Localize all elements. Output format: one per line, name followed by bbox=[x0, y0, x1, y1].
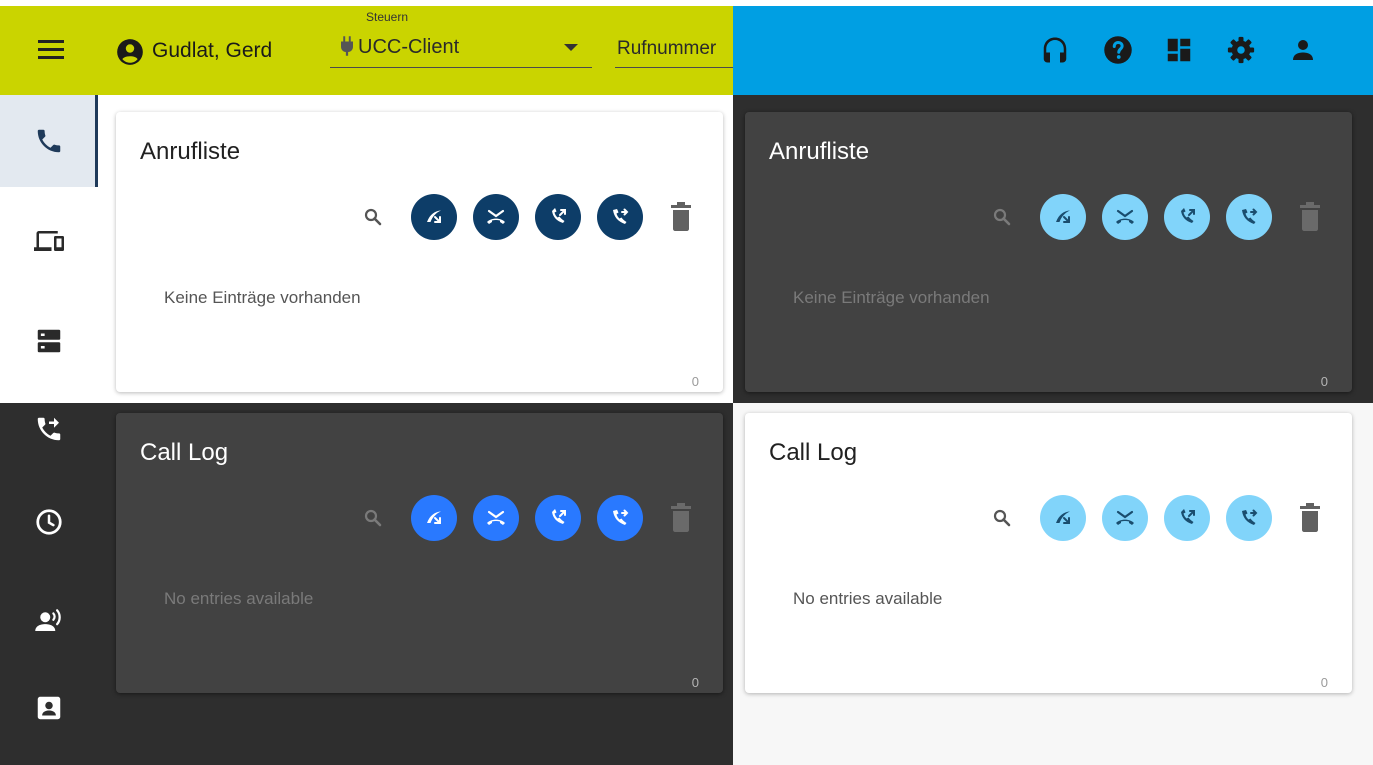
incoming-call-icon bbox=[1056, 511, 1070, 524]
card-title: Anrufliste bbox=[140, 138, 241, 165]
card-title: Anrufliste bbox=[769, 138, 870, 165]
filter-incoming-button[interactable] bbox=[1040, 194, 1086, 240]
entry-count: 0 bbox=[691, 675, 699, 690]
entry-count: 0 bbox=[1320, 675, 1328, 690]
filter-incoming-button[interactable] bbox=[411, 495, 457, 541]
menu-icon[interactable] bbox=[38, 40, 64, 60]
filter-outgoing-button[interactable] bbox=[1164, 194, 1210, 240]
filter-incoming-button[interactable] bbox=[1040, 495, 1086, 541]
dashboard-icon[interactable] bbox=[1164, 35, 1194, 65]
outgoing-call-icon bbox=[552, 509, 566, 524]
outgoing-call-icon bbox=[1181, 208, 1195, 223]
card-toolbar bbox=[990, 194, 1322, 240]
filter-forwarded-button[interactable] bbox=[1226, 194, 1272, 240]
empty-message: Keine Einträge vorhanden bbox=[164, 288, 361, 307]
contact-card-icon[interactable] bbox=[34, 693, 64, 723]
forwarded-call-icon bbox=[613, 509, 629, 525]
card-toolbar bbox=[361, 495, 693, 541]
call-log-card: Call Log No entries available 0 bbox=[745, 413, 1352, 693]
account-icon[interactable] bbox=[1288, 35, 1318, 65]
filter-forwarded-button[interactable] bbox=[597, 194, 643, 240]
filter-missed-button[interactable] bbox=[473, 495, 519, 541]
search-icon[interactable] bbox=[361, 205, 385, 229]
trash-icon[interactable] bbox=[1298, 503, 1322, 533]
outgoing-call-icon bbox=[552, 208, 566, 223]
headset-icon[interactable] bbox=[1040, 35, 1070, 65]
search-icon[interactable] bbox=[990, 205, 1014, 229]
call-log-card: Anrufliste Keine Einträge vorhanden 0 bbox=[116, 112, 723, 392]
filter-missed-button[interactable] bbox=[1102, 194, 1148, 240]
filter-forwarded-button[interactable] bbox=[597, 495, 643, 541]
missed-call-icon bbox=[1116, 209, 1134, 224]
empty-message: Keine Einträge vorhanden bbox=[793, 288, 990, 307]
server-icon[interactable] bbox=[34, 326, 64, 356]
phone-icon[interactable] bbox=[34, 126, 64, 156]
incoming-call-icon bbox=[427, 511, 441, 524]
filter-outgoing-button[interactable] bbox=[535, 495, 581, 541]
devices-icon[interactable] bbox=[34, 226, 64, 256]
missed-call-icon bbox=[487, 209, 505, 224]
voice-person-icon[interactable] bbox=[34, 606, 64, 636]
incoming-call-icon bbox=[1056, 210, 1070, 223]
filter-forwarded-button[interactable] bbox=[1226, 495, 1272, 541]
call-forward-icon[interactable] bbox=[34, 414, 64, 444]
entry-count: 0 bbox=[691, 374, 699, 389]
filter-incoming-button[interactable] bbox=[411, 194, 457, 240]
call-log-card: Anrufliste Keine Einträge vorhanden 0 bbox=[745, 112, 1352, 392]
outgoing-call-icon bbox=[1181, 509, 1195, 524]
chevron-down-icon[interactable] bbox=[564, 44, 578, 51]
card-toolbar bbox=[990, 495, 1322, 541]
trash-icon[interactable] bbox=[1298, 202, 1322, 232]
clock-icon[interactable] bbox=[34, 507, 64, 537]
filter-outgoing-button[interactable] bbox=[535, 194, 581, 240]
filter-missed-button[interactable] bbox=[1102, 495, 1148, 541]
plug-icon bbox=[341, 36, 353, 56]
forwarded-call-icon bbox=[1242, 509, 1258, 525]
help-icon[interactable] bbox=[1103, 35, 1133, 65]
forwarded-call-icon bbox=[613, 208, 629, 224]
forwarded-call-icon bbox=[1242, 208, 1258, 224]
incoming-call-icon bbox=[427, 210, 441, 223]
active-indicator bbox=[95, 95, 98, 187]
card-title: Call Log bbox=[140, 439, 229, 466]
search-icon[interactable] bbox=[990, 506, 1014, 530]
filter-outgoing-button[interactable] bbox=[1164, 495, 1210, 541]
user-circle-icon bbox=[117, 39, 143, 65]
phone-number-input[interactable] bbox=[615, 30, 733, 68]
search-icon[interactable] bbox=[361, 506, 385, 530]
user-name[interactable]: Gudlat, Gerd bbox=[152, 38, 272, 64]
missed-call-icon bbox=[487, 510, 505, 525]
card-toolbar bbox=[361, 194, 693, 240]
filter-missed-button[interactable] bbox=[473, 194, 519, 240]
card-title: Call Log bbox=[769, 439, 858, 466]
settings-icon[interactable] bbox=[1226, 35, 1256, 65]
missed-call-icon bbox=[1116, 510, 1134, 525]
control-label: Steuern bbox=[366, 10, 409, 24]
trash-icon[interactable] bbox=[669, 503, 693, 533]
client-select-value: UCC-Client bbox=[358, 36, 460, 58]
entry-count: 0 bbox=[1320, 374, 1328, 389]
trash-icon[interactable] bbox=[669, 202, 693, 232]
empty-message: No entries available bbox=[793, 589, 943, 608]
empty-message: No entries available bbox=[164, 589, 314, 608]
call-log-card: Call Log No entries available 0 bbox=[116, 413, 723, 693]
